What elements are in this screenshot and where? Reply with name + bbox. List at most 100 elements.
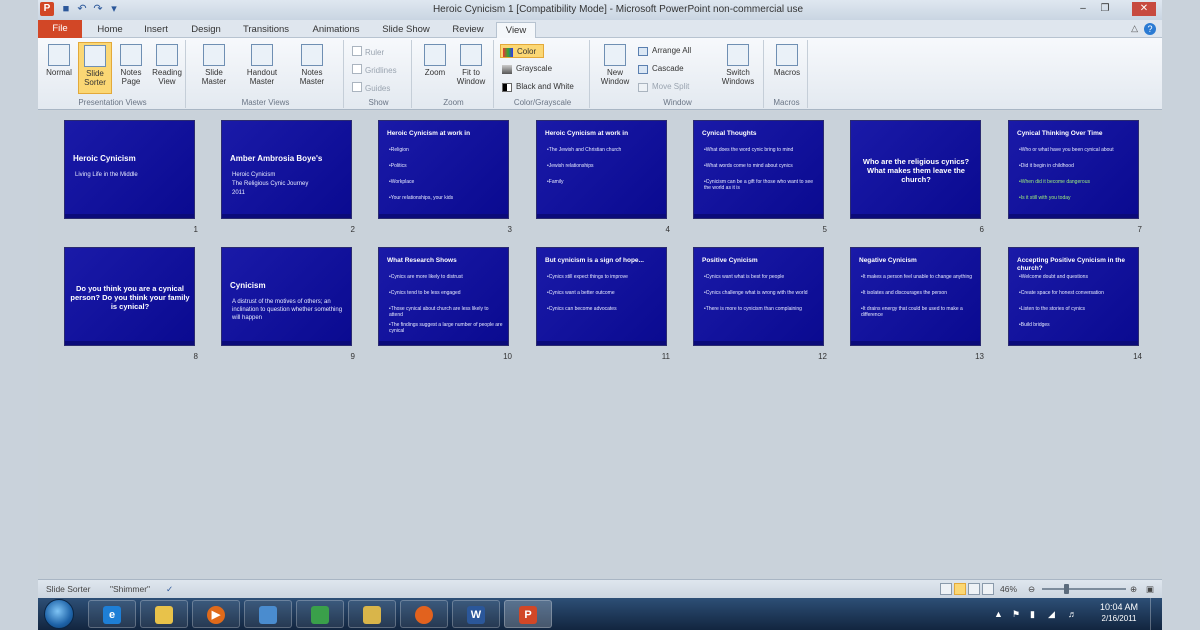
slide-sorter-button[interactable]: Slide Sorter xyxy=(78,42,112,94)
arrange-all-button[interactable]: Arrange All xyxy=(636,44,712,58)
ruler-checkbox[interactable]: Ruler xyxy=(352,46,384,57)
slide-thumbnail[interactable]: Cynical Thoughts What does the word cynic… xyxy=(693,120,824,219)
slide-number: 6 xyxy=(979,225,984,234)
slide-bullet: Workplace xyxy=(389,179,503,185)
volume-icon[interactable]: ♬ xyxy=(1068,609,1077,619)
slide-thumbnail[interactable]: Heroic Cynicism Living Life in the Middle xyxy=(64,120,195,219)
slide-thumbnail[interactable]: Heroic Cynicism at work in Religion Politi… xyxy=(378,120,509,219)
tab-design[interactable]: Design xyxy=(184,22,228,38)
undo-icon[interactable]: ↶ xyxy=(76,3,88,15)
black-and-white-button[interactable]: Black and White xyxy=(500,80,588,94)
taskbar-network[interactable] xyxy=(296,600,344,628)
cascade-icon xyxy=(638,65,648,74)
cascade-button[interactable]: Cascade xyxy=(636,62,712,76)
slide-thumbnail[interactable]: Cynical Thinking Over Time Who or what ha… xyxy=(1008,120,1139,219)
slide-thumbnail[interactable]: Accepting Positive Cynicism in the churc… xyxy=(1008,247,1139,346)
taskbar-explorer[interactable] xyxy=(140,600,188,628)
switch-windows-button[interactable]: Switch Windows xyxy=(716,42,760,94)
slide-bullet: Cynics can become advocates xyxy=(547,306,661,312)
grayscale-button[interactable]: Grayscale xyxy=(500,62,580,76)
slide-thumbnail[interactable]: Cynicism A distrust of the motives of oth… xyxy=(221,247,352,346)
start-button[interactable] xyxy=(44,599,74,629)
slide-sorter-status-icon[interactable] xyxy=(954,583,966,595)
slide-thumbnail[interactable]: Do you think you are a cynical person? D… xyxy=(64,247,195,346)
customize-toolbar-icon[interactable]: ▾ xyxy=(108,3,120,15)
tab-animations[interactable]: Animations xyxy=(306,22,366,38)
taskbar-word[interactable]: W xyxy=(452,600,500,628)
reading-view-status-icon[interactable] xyxy=(968,583,980,595)
zoom-level[interactable]: 46% xyxy=(1000,584,1017,594)
normal-view-status-icon[interactable] xyxy=(940,583,952,595)
clock-date[interactable]: 2/16/2011 xyxy=(1094,614,1144,623)
zoom-out-icon[interactable]: ⊖ xyxy=(1028,584,1035,595)
save-icon[interactable]: ■ xyxy=(60,3,72,15)
slide-thumbnail[interactable]: Heroic Cynicism at work in The Jewish and… xyxy=(536,120,667,219)
fit-slide-icon[interactable]: ▣ xyxy=(1146,584,1154,595)
powerpoint-app-icon[interactable]: P xyxy=(40,2,54,16)
tab-file[interactable]: File xyxy=(38,20,82,38)
fit-to-window-button[interactable]: Fit to Window xyxy=(454,42,488,94)
handout-master-button[interactable]: Handout Master xyxy=(242,42,282,94)
media-player-icon: ▶ xyxy=(207,606,225,624)
zoom-in-icon[interactable]: ⊕ xyxy=(1130,584,1137,595)
new-window-button[interactable]: New Window xyxy=(596,42,634,94)
taskbar-powerpoint[interactable]: P xyxy=(504,600,552,628)
slide-bullet: Family xyxy=(547,179,661,185)
tab-view[interactable]: View xyxy=(496,22,536,38)
battery-icon[interactable]: ▮ xyxy=(1030,609,1035,620)
guides-checkbox[interactable]: Guides xyxy=(352,82,390,93)
slide-master-button[interactable]: Slide Master xyxy=(194,42,234,94)
reading-view-button[interactable]: Reading View xyxy=(150,42,184,94)
help-icon[interactable]: ? xyxy=(1144,23,1156,35)
restore-button[interactable]: ❐ xyxy=(1096,2,1114,16)
notes-master-button[interactable]: Notes Master xyxy=(292,42,332,94)
taskbar-internet-explorer[interactable]: e xyxy=(88,600,136,628)
slide-bullet: Religion xyxy=(389,147,503,153)
slide-thumbnail[interactable]: Amber Ambrosia Boye's Heroic Cynicism The … xyxy=(221,120,352,219)
tab-slide-show[interactable]: Slide Show xyxy=(376,22,436,38)
close-button[interactable]: ✕ xyxy=(1132,2,1156,16)
move-split-button[interactable]: Move Split xyxy=(636,80,712,94)
clock-time[interactable]: 10:04 AM xyxy=(1094,602,1144,612)
taskbar-photo-viewer[interactable] xyxy=(244,600,292,628)
zoom-slider[interactable] xyxy=(1042,588,1126,590)
slide-number: 12 xyxy=(818,352,827,361)
tab-home[interactable]: Home xyxy=(90,22,130,38)
minimize-button[interactable]: – xyxy=(1074,2,1092,16)
signal-icon[interactable]: ◢ xyxy=(1048,609,1055,620)
slide-number: 11 xyxy=(661,352,670,361)
zoom-slider-thumb[interactable] xyxy=(1064,584,1069,594)
notes-page-button[interactable]: Notes Page xyxy=(114,42,148,94)
gridlines-checkbox[interactable]: Gridlines xyxy=(352,64,397,75)
slide-thumbnail[interactable]: But cynicism is a sign of hope... Cynics … xyxy=(536,247,667,346)
minimize-ribbon-icon[interactable]: △ xyxy=(1131,23,1138,34)
redo-icon[interactable]: ↷ xyxy=(92,3,104,15)
slide-number: 4 xyxy=(665,225,670,234)
tab-transitions[interactable]: Transitions xyxy=(236,22,296,38)
notes-page-icon xyxy=(120,44,142,66)
spelling-check-icon[interactable]: ✓ xyxy=(166,584,173,595)
slide-title: Amber Ambrosia Boye's xyxy=(230,154,323,163)
slide-title: Negative Cynicism xyxy=(859,257,917,264)
show-desktop-button[interactable] xyxy=(1150,598,1162,630)
tab-review[interactable]: Review xyxy=(446,22,490,38)
slide-subtitle: The Religious Cynic Journey xyxy=(232,181,309,187)
taskbar-media-player[interactable]: ▶ xyxy=(192,600,240,628)
slide-thumbnail[interactable]: What Research Shows Cynics are more likel… xyxy=(378,247,509,346)
slide-bullet: Politics xyxy=(389,163,503,169)
slide-show-status-icon[interactable] xyxy=(982,583,994,595)
flag-icon[interactable]: ⚑ xyxy=(1012,609,1020,620)
slide-thumbnail[interactable]: Positive Cynicism Cynics want what is bes… xyxy=(693,247,824,346)
zoom-button[interactable]: Zoom xyxy=(418,42,452,94)
tab-insert[interactable]: Insert xyxy=(136,22,176,38)
slide-thumbnail[interactable]: Negative Cynicism It makes a person feel … xyxy=(850,247,981,346)
network-icon xyxy=(311,606,329,624)
normal-view-button[interactable]: Normal xyxy=(42,42,76,94)
color-button[interactable]: Color xyxy=(500,44,544,58)
taskbar-folder[interactable] xyxy=(348,600,396,628)
slide-bullet: Cynics want what is best for people xyxy=(704,274,818,280)
taskbar-firefox[interactable] xyxy=(400,600,448,628)
macros-button[interactable]: Macros xyxy=(770,42,804,94)
tray-expand-icon[interactable]: ▲ xyxy=(994,609,1003,619)
slide-thumbnail[interactable]: Who are the religious cynics? What makes… xyxy=(850,120,981,219)
